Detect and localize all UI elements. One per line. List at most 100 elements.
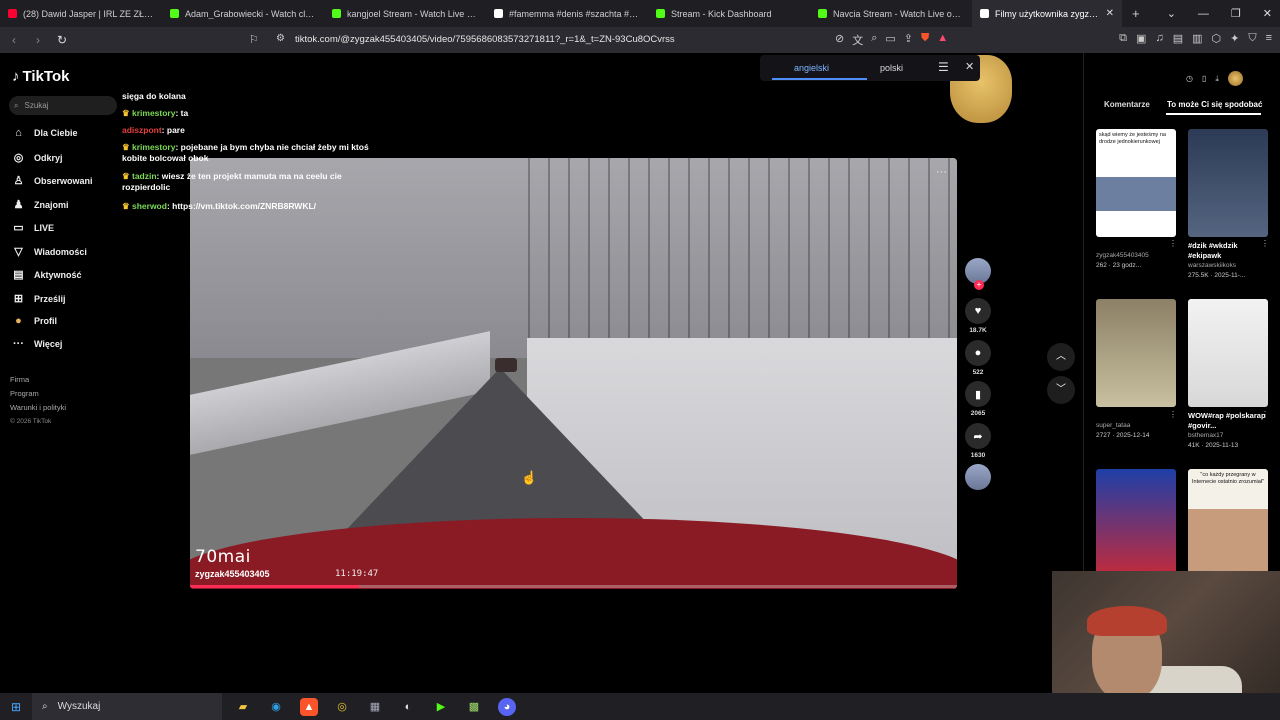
clock-icon[interactable]: ◷ xyxy=(1186,74,1193,83)
sidebar-item-following[interactable]: ♙ Obserwowani xyxy=(12,174,93,187)
zoom-icon[interactable]: ⌕ xyxy=(871,32,877,48)
translate-icon[interactable]: 文 xyxy=(852,32,863,48)
extensions-icon[interactable]: ⧉ xyxy=(1119,32,1127,45)
footer-link[interactable]: Warunki i polityki xyxy=(10,401,66,415)
new-tab-button[interactable]: + xyxy=(1122,6,1150,21)
wallet-icon[interactable]: ▥ xyxy=(1192,32,1202,45)
sound-avatar[interactable] xyxy=(964,464,992,490)
windows-start-icon[interactable]: ⊞ xyxy=(0,700,32,714)
phone-icon[interactable]: ▯ xyxy=(1202,74,1206,83)
share-icon[interactable]: ⇪ xyxy=(904,32,913,48)
video-thumbnail[interactable] xyxy=(1188,299,1268,407)
upload-icon: ⊞ xyxy=(13,293,24,305)
restore-icon[interactable]: ❐ xyxy=(1231,7,1241,20)
url-field[interactable]: tiktok.com/@zygzak455403405/video/759568… xyxy=(295,34,675,45)
browser-tab[interactable]: Adam_Grabowiecki - Watch clips xyxy=(162,0,324,27)
video-thumbnail[interactable] xyxy=(1096,299,1176,407)
reload-icon[interactable]: ↻ xyxy=(52,33,72,47)
heart-icon: ♥ xyxy=(965,298,991,324)
back-icon[interactable]: ‹ xyxy=(4,33,24,47)
search-input[interactable]: ⌕ Szukaj xyxy=(9,96,117,115)
video-thumbnail[interactable] xyxy=(1188,129,1268,237)
sidebar-item-friends[interactable]: ♟ Znajomi xyxy=(12,198,69,211)
bookmark-icon: ▮ xyxy=(965,381,991,407)
browser-tab[interactable]: Navcia Stream - Watch Live on Kick xyxy=(810,0,972,27)
download-icon[interactable]: ⤓ xyxy=(1215,74,1219,84)
translate-option[interactable]: angielski xyxy=(794,63,829,73)
dashcam-timestamp: 11:19:47 xyxy=(335,569,379,579)
shield-icon[interactable]: ⛉ xyxy=(1248,32,1256,45)
sidebar-item-for-you[interactable]: ⌂ Dla Ciebie xyxy=(12,127,77,139)
following-icon: ♙ xyxy=(13,175,24,187)
video-author[interactable]: zygzak455403405 xyxy=(195,569,270,579)
media-icon[interactable]: ▣ xyxy=(1136,32,1146,45)
browser-tab[interactable]: (28) Dawid Jasper | IRL ZE ZŁOTYCH xyxy=(0,0,162,27)
install-icon[interactable]: ▭ xyxy=(885,32,895,48)
close-icon[interactable]: ✕ xyxy=(965,60,974,73)
browser-tab[interactable]: #famemma #denis #szachta #shorts xyxy=(486,0,648,27)
sidebar-icon[interactable]: ▤ xyxy=(1173,32,1183,45)
sidebar-item-explore[interactable]: ◎ Odkryj xyxy=(12,151,63,164)
author-avatar-button[interactable]: + xyxy=(964,258,992,290)
crown-icon: ♛ xyxy=(122,142,132,152)
video-frame xyxy=(510,158,957,368)
brave-shield-icon[interactable]: ⛊ xyxy=(921,32,929,48)
rewards-icon[interactable]: ▲ xyxy=(937,32,948,48)
close-tab-icon[interactable]: ✕ xyxy=(1106,8,1114,19)
forward-icon[interactable]: › xyxy=(28,33,48,47)
sidebar-item-more[interactable]: ··· Więcej xyxy=(12,338,62,350)
kebab-icon[interactable]: ⋮ xyxy=(1169,410,1177,419)
chat-app-icon[interactable]: ▩ xyxy=(465,698,483,716)
vpn-icon[interactable]: ⬡ xyxy=(1212,32,1222,45)
more-icon: ··· xyxy=(13,338,24,350)
video-thumbnail[interactable] xyxy=(1096,469,1176,577)
chrome-icon[interactable]: ◎ xyxy=(333,698,351,716)
sidebar-item-profile[interactable]: ● Profil xyxy=(12,315,57,327)
sidebar-item-messages[interactable]: ▽ Wiadomości xyxy=(12,245,87,258)
edge-icon[interactable]: ◉ xyxy=(267,698,285,716)
user-avatar[interactable] xyxy=(1227,71,1243,86)
music-icon[interactable]: ♫ xyxy=(1155,32,1163,45)
no-sound-icon[interactable]: ⊘ xyxy=(835,32,844,48)
translate-option[interactable]: polski xyxy=(880,63,903,73)
close-window-icon[interactable]: ✕ xyxy=(1263,7,1272,20)
taskbar-search[interactable]: ⌕ Wyszukaj xyxy=(32,693,222,720)
footer-link[interactable]: Firma xyxy=(10,373,66,387)
file-explorer-icon[interactable]: ▰ xyxy=(234,698,252,716)
tab-suggestions[interactable]: To może Ci się spodobać xyxy=(1167,100,1262,109)
kebab-icon[interactable]: ⋮ xyxy=(1169,239,1177,248)
brave-icon[interactable]: ▲ xyxy=(300,697,318,716)
tiktok-logo[interactable]: ♪ TikTok xyxy=(12,68,69,85)
previous-video-button[interactable]: ︿ xyxy=(1047,343,1075,371)
share-button[interactable]: ➦ 1630 xyxy=(964,423,992,459)
app-icon[interactable]: ▦ xyxy=(366,698,384,716)
browser-tab[interactable]: kangjoel Stream - Watch Live on Kick xyxy=(324,0,486,27)
comment-button[interactable]: ● 522 xyxy=(964,340,992,376)
video-progress-bar[interactable] xyxy=(190,585,957,588)
sidebar-item-activity[interactable]: ▤ Aktywność xyxy=(12,268,81,281)
kick-icon[interactable]: ▶ xyxy=(432,698,450,716)
more-options-icon[interactable]: ··· xyxy=(936,166,947,178)
discord-icon[interactable]: ◕ xyxy=(498,697,516,716)
menu-icon[interactable]: ≡ xyxy=(1266,32,1272,45)
bookmark-icon[interactable]: ⚐ xyxy=(249,33,259,46)
site-info-icon[interactable]: ⚙ xyxy=(276,33,285,44)
video-player[interactable]: ··· 70mai zygzak455403405 11:19:47 xyxy=(190,158,957,589)
browser-tab-active[interactable]: Filmy użytkownika zygzak (@✕ xyxy=(972,0,1122,27)
video-thumbnail[interactable]: skąd wiemy że jesteśmy na drodze jednoki… xyxy=(1096,129,1176,237)
sidebar-item-live[interactable]: ▭ LIVE xyxy=(12,221,54,234)
follow-plus-icon[interactable]: + xyxy=(974,280,984,290)
chevron-down-icon[interactable]: ⌄ xyxy=(1167,7,1176,20)
ai-icon[interactable]: ✦ xyxy=(1230,32,1239,45)
next-video-button[interactable]: ﹀ xyxy=(1047,376,1075,404)
footer-link[interactable]: Program xyxy=(10,387,66,401)
menu-icon[interactable]: ☰ xyxy=(938,60,949,74)
like-button[interactable]: ♥ 18.7K xyxy=(964,298,992,334)
save-button[interactable]: ▮ 2065 xyxy=(964,381,992,417)
minimize-icon[interactable]: — xyxy=(1198,8,1209,20)
tab-comments[interactable]: Komentarze xyxy=(1104,100,1150,109)
video-thumbnail[interactable]: "co każdy przegrany w Internecie ostatni… xyxy=(1188,469,1268,577)
obs-icon[interactable]: ◐ xyxy=(399,698,417,716)
browser-tab[interactable]: Stream - Kick Dashboard xyxy=(648,0,810,27)
sidebar-item-upload[interactable]: ⊞ Prześlij xyxy=(12,292,66,305)
